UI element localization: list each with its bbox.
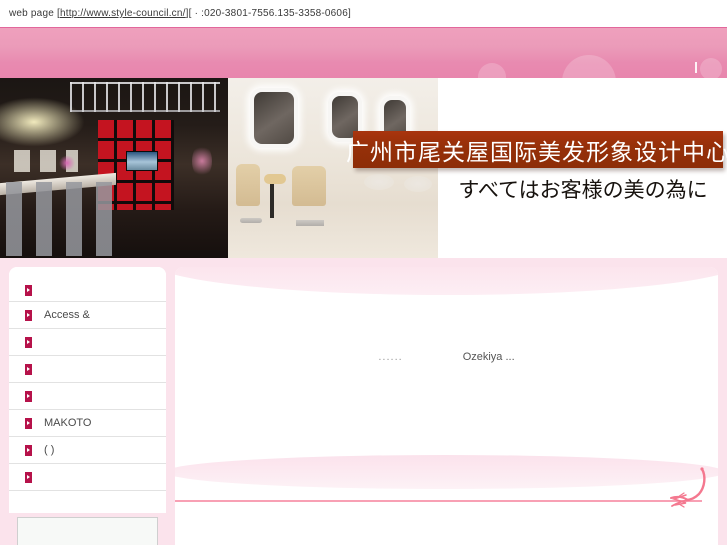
sidebar-menu: Access & MAKOTO ( ) bbox=[9, 267, 166, 513]
sidebar-item-label: ( ) bbox=[44, 444, 55, 456]
photo-bright-chair-base bbox=[240, 218, 262, 223]
sidebar-item-3[interactable] bbox=[9, 356, 166, 383]
topbar-middot: · bbox=[194, 8, 199, 19]
topbar-phone: :020-3801-7556.135-3358-0606] bbox=[201, 8, 351, 19]
photo-dark-tv-screen bbox=[126, 151, 158, 171]
arrow-bullet-icon bbox=[25, 390, 32, 402]
main-content: ...... Ozekiya ... bbox=[175, 267, 718, 545]
arrow-bullet-icon bbox=[25, 285, 32, 296]
bubble-decoration-icon bbox=[700, 58, 722, 78]
content-dots: ...... bbox=[378, 351, 403, 363]
sidebar-item-4[interactable] bbox=[9, 383, 166, 410]
sidebar-item-label: Access & bbox=[44, 309, 90, 321]
arrow-bullet-icon bbox=[25, 417, 32, 429]
photo-dark-branch bbox=[192, 144, 212, 178]
topbar-label: web page bbox=[9, 8, 54, 19]
decorative-arc-top bbox=[175, 267, 718, 295]
horizontal-rule bbox=[175, 500, 702, 502]
pink-header-strip bbox=[0, 27, 727, 78]
company-title-plate: 广州市尾关屋国际美发形象设计中心 bbox=[346, 131, 727, 168]
decorative-arc-bottom bbox=[175, 455, 718, 489]
divider-tick-icon bbox=[695, 62, 697, 73]
photo-bright-dryer bbox=[404, 176, 432, 192]
salon-photo-bright bbox=[228, 78, 438, 258]
arrow-bullet-icon bbox=[25, 444, 32, 456]
company-tagline: すべてはお客様の美の為に bbox=[458, 178, 708, 202]
sidebar-item-makoto[interactable]: MAKOTO bbox=[9, 410, 166, 437]
topbar-bracket-close: ][ bbox=[185, 8, 192, 19]
photo-bright-chair bbox=[236, 164, 260, 206]
salon-photo-dark bbox=[0, 78, 228, 258]
photo-dark-bar-stools bbox=[6, 182, 118, 256]
photo-dark-balcony-rail bbox=[70, 82, 220, 112]
sidebar: Access & MAKOTO ( ) bbox=[9, 267, 166, 545]
photo-bright-mirror bbox=[250, 88, 298, 148]
photo-bright-dryer bbox=[364, 174, 394, 190]
arrow-bullet-icon bbox=[25, 336, 32, 348]
hero-banner: 广州市尾关屋国际美发形象设计中心 すべてはお客様の美の為に bbox=[0, 78, 727, 258]
company-title-text: 广州市尾关屋国际美发形象设计中心 bbox=[346, 139, 727, 166]
arrow-bullet-icon bbox=[25, 363, 32, 375]
sidebar-item-7[interactable] bbox=[9, 464, 166, 491]
bubble-decoration-icon bbox=[478, 63, 506, 78]
top-utility-bar: web page [ http://www.style-council.cn/ … bbox=[0, 0, 727, 27]
arrow-bullet-icon bbox=[25, 309, 32, 321]
sidebar-item-access[interactable]: Access & bbox=[9, 302, 166, 329]
sidebar-menu-tail bbox=[9, 491, 166, 513]
photo-bright-stool bbox=[264, 174, 286, 184]
sidebar-item-2[interactable] bbox=[9, 329, 166, 356]
sidebar-item-label: MAKOTO bbox=[44, 417, 92, 429]
photo-bright-chair bbox=[292, 166, 326, 206]
bubble-decoration-icon bbox=[562, 55, 616, 78]
banner-title-area: 广州市尾关屋国际美发形象设计中心 すべてはお客様の美の為に bbox=[346, 78, 727, 258]
photo-bright-chair-base bbox=[296, 220, 324, 226]
content-headline-row: ...... Ozekiya ... bbox=[175, 351, 718, 363]
page-body: Access & MAKOTO ( ) ...... Ozekiya ... bbox=[0, 258, 727, 545]
photo-bright-stool-leg bbox=[270, 184, 274, 218]
photo-dark-flowers bbox=[58, 156, 76, 170]
sidebar-item-6[interactable]: ( ) bbox=[9, 437, 166, 464]
content-headline: Ozekiya ... bbox=[462, 351, 515, 363]
arrow-bullet-icon bbox=[25, 471, 32, 483]
website-url-link[interactable]: http://www.style-council.cn/ bbox=[60, 8, 186, 19]
sidebar-item-0[interactable] bbox=[9, 267, 166, 302]
floral-swirl-ornament-icon bbox=[670, 467, 706, 508]
sidebar-banner-box[interactable] bbox=[17, 517, 158, 545]
